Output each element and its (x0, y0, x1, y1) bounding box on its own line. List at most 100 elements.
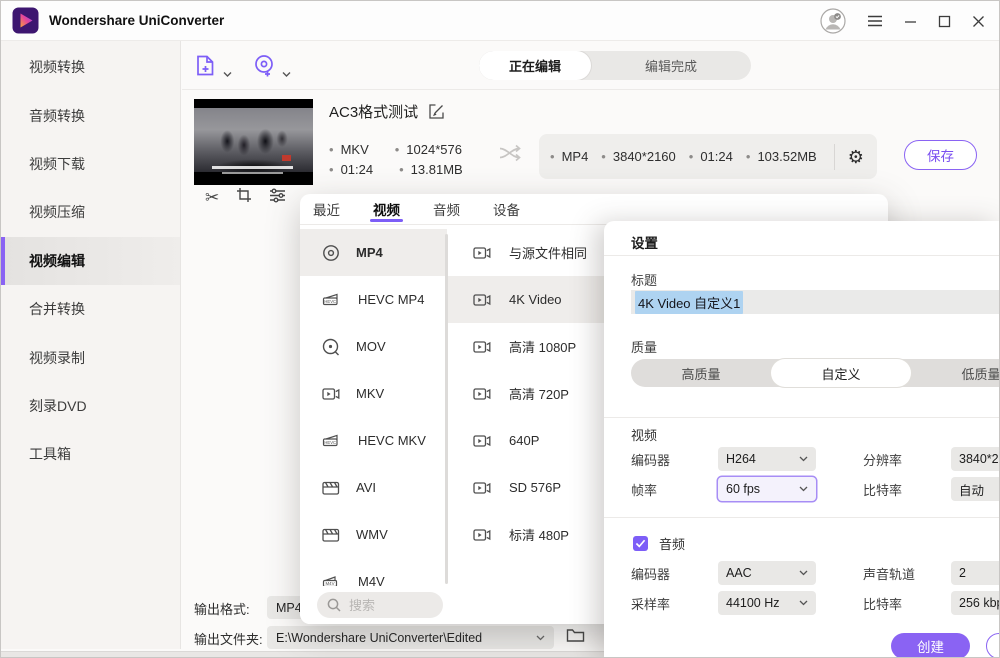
confirm-button-partial[interactable] (986, 633, 1000, 658)
uniconverter-window: Wondershare UniConverter (0, 0, 1000, 658)
tab-label: 正在编辑 (509, 56, 561, 75)
quality-option[interactable]: 高质量 (631, 359, 771, 387)
quality-label: 高清 1080P (509, 337, 576, 356)
crop-icon[interactable] (236, 187, 252, 208)
maximize-button[interactable] (938, 15, 951, 28)
format-label: MKV (356, 386, 384, 401)
chevron-down-icon (223, 71, 232, 78)
create-button[interactable]: 创建 (891, 633, 970, 658)
target-resolution: 3840*2160 (613, 149, 676, 164)
convert-arrows-icon (499, 144, 523, 167)
sidebar-item-label: 刻录DVD (29, 396, 87, 416)
hevc-icon: HEVC (321, 431, 343, 451)
format-list-item[interactable]: AVI (300, 464, 447, 511)
camera-icon (472, 478, 492, 498)
trim-scissors-icon[interactable]: ✂ (205, 189, 219, 206)
window-controls (820, 1, 985, 41)
open-folder-icon[interactable] (566, 627, 585, 648)
chevron-down-icon (282, 71, 291, 78)
output-folder-select[interactable]: E:\Wondershare UniConverter\Edited (267, 626, 554, 649)
search-input[interactable] (349, 598, 427, 613)
svg-text:HEVC: HEVC (324, 440, 336, 445)
output-folder-label: 输出文件夹: (194, 629, 263, 648)
save-button[interactable]: 保存 (904, 140, 977, 170)
sidebar-item[interactable]: 刻录DVD (1, 382, 180, 430)
video-bitrate-value[interactable]: 自动 (951, 477, 1000, 501)
format-list-item[interactable]: M4V M4V (300, 558, 447, 586)
app-logo-icon (12, 7, 39, 34)
add-files-button[interactable] (193, 53, 232, 78)
quality-segmented-control: 高质量 自定义 低质量 (631, 359, 1000, 387)
edit-state-tab[interactable]: 正在编辑 (479, 51, 591, 80)
camera-icon (321, 384, 341, 404)
sidebar-item[interactable]: 工具箱 (1, 430, 180, 478)
format-list-item[interactable]: MKV (300, 370, 447, 417)
sidebar-item[interactable]: 音频转换 (1, 91, 180, 139)
tab-label: 音频 (433, 199, 460, 219)
tab-label: 视频 (373, 199, 400, 219)
close-button[interactable] (972, 15, 985, 28)
sidebar-item[interactable]: 视频录制 (1, 333, 180, 381)
video-thumbnail[interactable] (194, 99, 313, 185)
gear-icon[interactable]: ⚙ (848, 148, 864, 166)
menu-icon[interactable] (867, 15, 883, 27)
camera-icon (472, 525, 492, 545)
load-dvd-button[interactable] (252, 53, 291, 78)
quality-option[interactable]: 自定义 (771, 359, 911, 387)
preset-name-input[interactable]: 4K Video 自定义1 (631, 290, 1000, 314)
format-search-box[interactable] (317, 592, 443, 618)
minimize-button[interactable] (904, 15, 917, 28)
camera-icon (472, 290, 492, 310)
format-list-item[interactable]: MOV (300, 323, 447, 370)
video-encoder-select[interactable]: H264 (718, 447, 816, 471)
m4v-icon: M4V (321, 572, 343, 587)
format-popup-tab[interactable]: 音频 (430, 194, 463, 224)
format-list-item[interactable]: HEVC HEVC MP4 (300, 276, 447, 323)
audio-bitrate-value[interactable]: 256 kbps (951, 591, 1000, 615)
format-list-item[interactable]: WMV (300, 511, 447, 558)
resolution-value[interactable]: 3840*2160 (951, 447, 1000, 471)
target-format: MP4 (562, 149, 589, 164)
format-popup-tab[interactable]: 设备 (490, 194, 523, 224)
svg-text:M4V: M4V (325, 581, 334, 586)
format-popup-tab[interactable]: 最近 (310, 194, 343, 224)
samplerate-select[interactable]: 44100 Hz (718, 591, 816, 615)
format-label: HEVC MKV (358, 433, 426, 448)
sidebar-item[interactable]: 视频下载 (1, 140, 180, 188)
thumbnail-detail (282, 155, 291, 161)
account-avatar-icon[interactable] (820, 8, 846, 34)
toolbar-divider (182, 89, 999, 90)
video-section-label: 视频 (631, 425, 657, 444)
audio-encoder-select[interactable]: AAC (718, 561, 816, 585)
rename-button[interactable] (428, 103, 445, 125)
add-file-icon (193, 53, 218, 78)
quality-label: 4K Video (509, 292, 562, 307)
sidebar-item[interactable]: 视频编辑 (1, 237, 180, 285)
format-list-item[interactable]: MP4 (300, 229, 447, 276)
effects-sliders-icon[interactable] (269, 188, 286, 208)
audio-checkbox[interactable] (633, 536, 648, 551)
app-title: Wondershare UniConverter (49, 13, 224, 28)
format-list-item[interactable]: HEVC HEVC MKV (300, 417, 447, 464)
framerate-select[interactable]: 60 fps (718, 477, 816, 501)
format-popup-tab[interactable]: 视频 (370, 194, 403, 224)
tab-label: 最近 (313, 199, 340, 219)
quality-label: 640P (509, 433, 539, 448)
source-info-row2: 01:24 13.81MB (329, 162, 463, 177)
chevron-down-icon (799, 600, 808, 606)
chevron-down-icon (799, 570, 808, 576)
disc-icon (321, 243, 341, 263)
target-size: 103.52MB (757, 149, 816, 164)
quality-option-label: 自定义 (821, 364, 860, 383)
sidebar-item[interactable]: 视频转换 (1, 43, 180, 91)
sidebar-item[interactable]: 合并转换 (1, 285, 180, 333)
format-label: MOV (356, 339, 386, 354)
sidebar-item-label: 视频转换 (29, 57, 85, 77)
sidebar: 视频转换 音频转换 视频下载 视频压缩 视频编辑 合并转换 视频录制 刻录DVD… (1, 41, 181, 649)
edit-state-tab[interactable]: 编辑完成 (591, 51, 751, 80)
quality-option[interactable]: 低质量 (911, 359, 1000, 387)
divider (604, 255, 1000, 256)
sidebar-item[interactable]: 视频压缩 (1, 188, 180, 236)
audio-track-value[interactable]: 2 (951, 561, 1000, 585)
mov-icon (321, 337, 341, 357)
